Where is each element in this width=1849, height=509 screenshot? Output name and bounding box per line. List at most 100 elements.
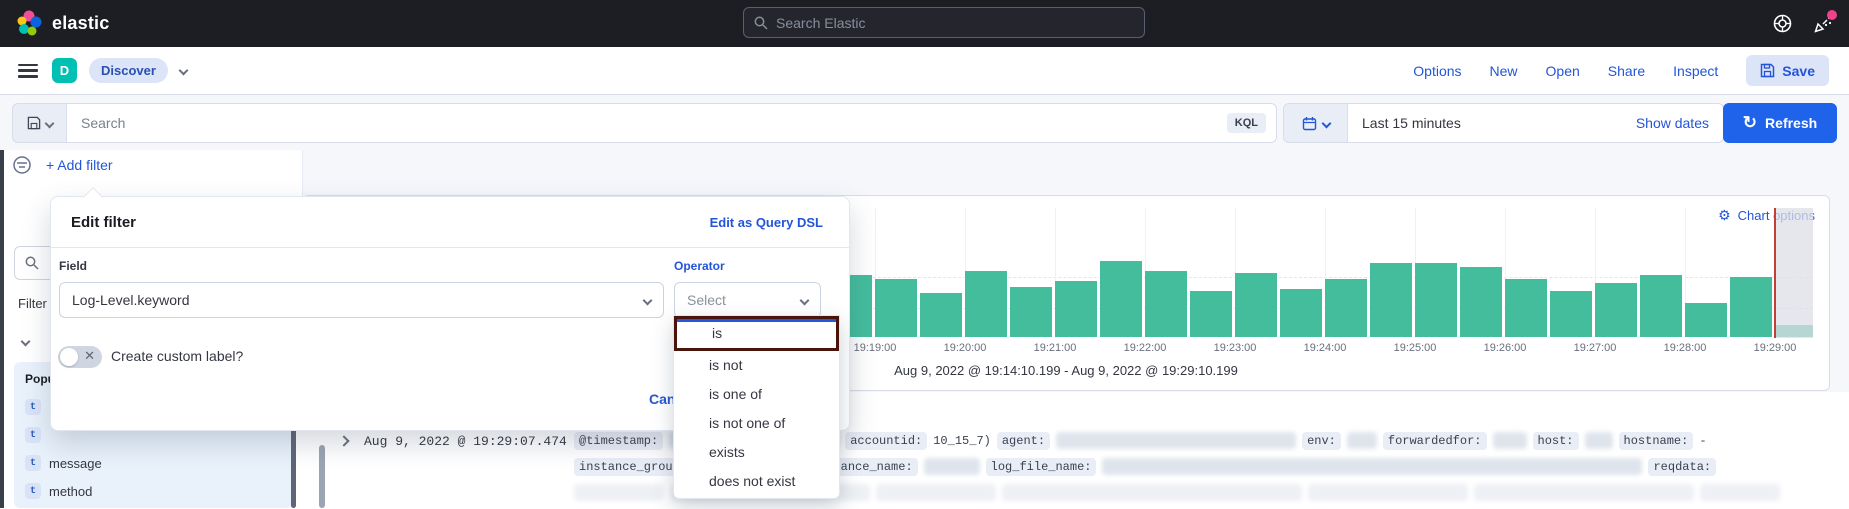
toggle-knob: [60, 348, 78, 366]
calendar-icon: [1302, 116, 1317, 131]
save-button-label: Save: [1782, 63, 1815, 79]
notifications-button[interactable]: [1814, 14, 1833, 33]
redacted-value: [1585, 432, 1613, 449]
field-select-value: Log-Level.keyword: [72, 292, 190, 308]
nav-link-inspect[interactable]: Inspect: [1673, 63, 1718, 79]
histogram-bar: [1460, 267, 1502, 337]
table-scrollbar[interactable]: [319, 445, 325, 508]
operator-option[interactable]: is: [674, 316, 839, 351]
histogram-bar: [1730, 277, 1772, 337]
x-axis-tick-label: 19:23:00: [1214, 342, 1257, 354]
brand-name: elastic: [52, 13, 109, 34]
kql-language-button[interactable]: KQL: [1227, 113, 1266, 133]
x-axis-tick-label: 19:24:00: [1304, 342, 1347, 354]
field-type-badge: t: [25, 483, 41, 499]
sidebar-field-item[interactable]: t message: [25, 449, 292, 477]
operator-option[interactable]: does not exist: [674, 467, 839, 496]
show-dates-button[interactable]: Show dates: [1636, 115, 1709, 131]
histogram-bar: [1595, 283, 1637, 337]
field-key-badge: accountid:: [845, 432, 927, 450]
help-icon[interactable]: [1773, 14, 1792, 33]
expand-row-chevron-icon[interactable]: [338, 435, 349, 446]
operator-option[interactable]: is not one of: [674, 409, 839, 438]
chevron-down-icon: [643, 295, 653, 305]
nav-link-options[interactable]: Options: [1413, 63, 1461, 79]
nav-link-new[interactable]: New: [1490, 63, 1518, 79]
redacted-value: [1308, 484, 1468, 501]
histogram-bar: [1685, 303, 1727, 337]
edit-as-query-dsl-link[interactable]: Edit as Query DSL: [710, 215, 823, 230]
x-axis-tick-label: 19:21:00: [1034, 342, 1077, 354]
custom-label-toggle[interactable]: ✕: [58, 346, 102, 368]
operator-options-menu: isis notis one ofis not one ofexistsdoes…: [673, 315, 840, 499]
redacted-value: [1700, 484, 1780, 501]
operator-option[interactable]: is one of: [674, 380, 839, 409]
x-axis-tick-label: 19:25:00: [1394, 342, 1437, 354]
x-axis-tick-label: 19:19:00: [854, 342, 897, 354]
field-key-badge: host:: [1533, 432, 1579, 450]
saved-query-menu-button[interactable]: [12, 103, 66, 143]
add-filter-button[interactable]: + Add filter: [46, 157, 113, 173]
accordion-chevron-down-icon[interactable]: [21, 337, 31, 347]
nav-link-share[interactable]: Share: [1608, 63, 1645, 79]
x-axis-tick-label: 19:26:00: [1484, 342, 1527, 354]
field-key-badge: @timestamp:: [574, 432, 663, 450]
x-axis-tick-label: 19:28:00: [1664, 342, 1707, 354]
query-text-input[interactable]: [81, 115, 1227, 131]
histogram-bar: [1505, 279, 1547, 337]
x-axis-tick-label: 19:22:00: [1124, 342, 1167, 354]
field-value-text: 10_15_7): [933, 434, 991, 448]
x-axis-tick-label: 19:27:00: [1574, 342, 1617, 354]
time-range-value[interactable]: Last 15 minutes: [1362, 115, 1461, 131]
global-search-input[interactable]: [776, 15, 1106, 31]
refresh-label: Refresh: [1765, 115, 1817, 131]
redacted-value: [924, 458, 980, 475]
redacted-value: [1056, 432, 1296, 449]
operator-select[interactable]: Select: [674, 282, 821, 318]
redacted-value: [1347, 432, 1377, 449]
breadcrumb[interactable]: Discover: [89, 58, 168, 83]
global-search[interactable]: [743, 7, 1145, 38]
query-bar: KQL Last 15 minutes Show dates ↻ Refresh: [12, 103, 1837, 143]
nav-link-open[interactable]: Open: [1546, 63, 1580, 79]
refresh-button[interactable]: ↻ Refresh: [1723, 103, 1837, 143]
field-name: message: [49, 456, 102, 471]
x-axis-tick-label: 19:29:00: [1754, 342, 1797, 354]
left-scrollbar[interactable]: [0, 150, 4, 508]
app-badge[interactable]: D: [52, 58, 77, 83]
field-value-text: -: [1699, 434, 1706, 448]
chevron-down-icon: [1321, 118, 1331, 128]
histogram-bar: [1100, 261, 1142, 337]
chevron-down-icon[interactable]: [178, 66, 188, 76]
redacted-value: [1002, 484, 1302, 501]
menu-hamburger-icon[interactable]: [18, 64, 38, 78]
operator-option[interactable]: exists: [674, 438, 839, 467]
redacted-value: [574, 484, 664, 501]
field-key-badge: log_file_name:: [986, 458, 1097, 476]
chevron-down-icon: [44, 118, 54, 128]
save-button[interactable]: Save: [1746, 55, 1829, 86]
redacted-value: [1493, 432, 1527, 449]
redacted-value: [1474, 484, 1694, 501]
filter-set-icon[interactable]: [12, 155, 32, 175]
operator-option[interactable]: is not: [674, 351, 839, 380]
field-select[interactable]: Log-Level.keyword: [59, 282, 664, 318]
field-type-badge: t: [25, 455, 41, 471]
redacted-value: [1102, 458, 1642, 475]
global-header: elastic: [0, 0, 1849, 47]
elastic-logo[interactable]: elastic: [16, 10, 109, 37]
histogram-bar: [875, 279, 917, 337]
redacted-value: [876, 484, 996, 501]
toggle-off-x-icon: ✕: [84, 348, 95, 364]
histogram-bar: [1370, 263, 1412, 337]
kql-query-input[interactable]: KQL: [66, 103, 1277, 143]
date-picker: Last 15 minutes Show dates: [1283, 103, 1724, 143]
field-key-badge: agent:: [997, 432, 1050, 450]
date-quick-select-button[interactable]: [1284, 104, 1348, 142]
histogram-bar: [1280, 289, 1322, 337]
sidebar-field-item[interactable]: tmethod: [25, 477, 292, 505]
popover-title: Edit filter: [71, 214, 136, 231]
operator-label: Operator: [674, 259, 725, 273]
field-key-badge: forwardedfor:: [1383, 432, 1487, 450]
operator-select-placeholder: Select: [687, 292, 726, 308]
